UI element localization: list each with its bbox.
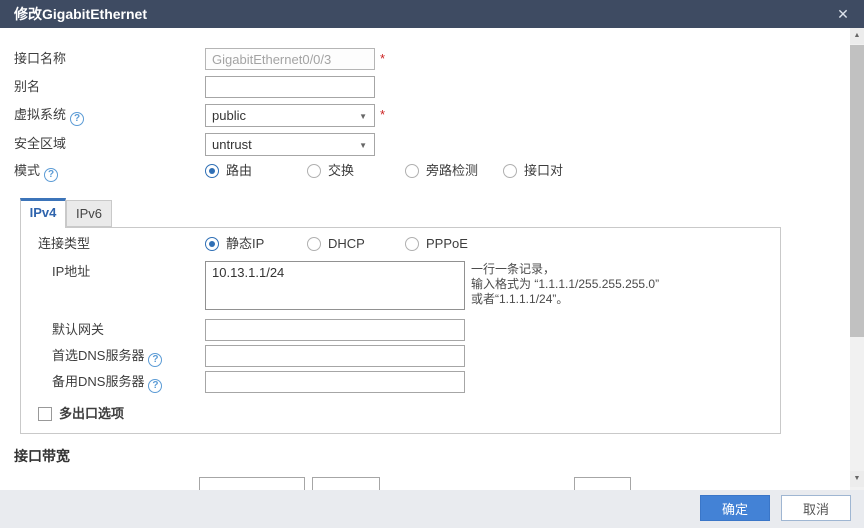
security-zone-value: untrust bbox=[212, 137, 252, 152]
ip-address-label: IP地址 bbox=[52, 261, 90, 283]
alias-label: 别名 bbox=[14, 76, 40, 98]
help-icon[interactable]: ? bbox=[44, 168, 58, 182]
secondary-dns-label: 备用DNS服务器? bbox=[52, 371, 162, 393]
mode-option-route[interactable]: 路由 bbox=[205, 162, 252, 180]
primary-dns-field[interactable] bbox=[205, 345, 465, 367]
conn-option-static-ip[interactable]: 静态IP bbox=[205, 235, 264, 253]
radio-bypass[interactable] bbox=[405, 164, 419, 178]
scroll-up-icon[interactable]: ▲ bbox=[850, 28, 864, 44]
radio-route[interactable] bbox=[205, 164, 219, 178]
virtual-system-select[interactable]: public ▼ bbox=[205, 104, 375, 127]
mode-option-interface-pair[interactable]: 接口对 bbox=[503, 162, 563, 180]
security-zone-select[interactable]: untrust ▼ bbox=[205, 133, 375, 156]
modify-interface-dialog: 修改GigabitEthernet ✕ 接口名称 * 别名 虚拟系统? publ… bbox=[0, 0, 864, 528]
virtual-system-value: public bbox=[212, 108, 246, 123]
security-zone-label: 安全区域 bbox=[14, 133, 66, 155]
radio-switch[interactable] bbox=[307, 164, 321, 178]
mode-label: 模式? bbox=[14, 160, 58, 182]
close-icon[interactable]: ✕ bbox=[832, 0, 854, 28]
help-icon[interactable]: ? bbox=[70, 112, 84, 126]
required-asterisk: * bbox=[380, 108, 385, 122]
multi-exit-checkbox[interactable] bbox=[38, 407, 52, 421]
scroll-down-icon[interactable]: ▼ bbox=[850, 471, 864, 487]
secondary-dns-field[interactable] bbox=[205, 371, 465, 393]
interface-name-field bbox=[205, 48, 375, 70]
alias-field[interactable] bbox=[205, 76, 375, 98]
conn-option-dhcp[interactable]: DHCP bbox=[307, 235, 365, 253]
bandwidth-section-title: 接口带宽 bbox=[14, 446, 70, 466]
scrollbar-thumb[interactable] bbox=[850, 45, 864, 337]
vertical-scrollbar[interactable]: ▲ ▼ bbox=[850, 28, 864, 490]
interface-name-label: 接口名称 bbox=[14, 48, 66, 70]
chevron-down-icon: ▼ bbox=[359, 106, 367, 127]
radio-dhcp[interactable] bbox=[307, 237, 321, 251]
tab-ipv6[interactable]: IPv6 bbox=[66, 200, 112, 227]
tab-ipv4[interactable]: IPv4 bbox=[20, 198, 66, 228]
help-icon[interactable]: ? bbox=[148, 353, 162, 367]
default-gateway-field[interactable] bbox=[205, 319, 465, 341]
radio-interface-pair[interactable] bbox=[503, 164, 517, 178]
ip-address-textarea[interactable]: 10.13.1.1/24 bbox=[205, 261, 465, 310]
radio-pppoe[interactable] bbox=[405, 237, 419, 251]
ip-address-hint: 一行一条记录， 输入格式为 “1.1.1.1/255.255.255.0” 或者… bbox=[471, 262, 659, 307]
virtual-system-label: 虚拟系统? bbox=[14, 104, 84, 126]
connection-type-label: 连接类型 bbox=[38, 233, 90, 255]
mode-option-bypass[interactable]: 旁路检测 bbox=[405, 162, 478, 180]
radio-static-ip[interactable] bbox=[205, 237, 219, 251]
dialog-footer: 确定 取消 bbox=[0, 490, 864, 528]
multi-exit-label: 多出口选项 bbox=[59, 404, 124, 424]
dialog-title: 修改GigabitEthernet bbox=[14, 0, 147, 28]
required-asterisk: * bbox=[380, 52, 385, 66]
chevron-down-icon: ▼ bbox=[359, 135, 367, 156]
primary-dns-label: 首选DNS服务器? bbox=[52, 345, 162, 367]
help-icon[interactable]: ? bbox=[148, 379, 162, 393]
mode-option-switch[interactable]: 交换 bbox=[307, 162, 354, 180]
cancel-button[interactable]: 取消 bbox=[781, 495, 851, 521]
ok-button[interactable]: 确定 bbox=[700, 495, 770, 521]
conn-option-pppoe[interactable]: PPPoE bbox=[405, 235, 468, 253]
default-gateway-label: 默认网关 bbox=[52, 319, 104, 341]
dialog-titlebar: 修改GigabitEthernet ✕ bbox=[0, 0, 864, 28]
